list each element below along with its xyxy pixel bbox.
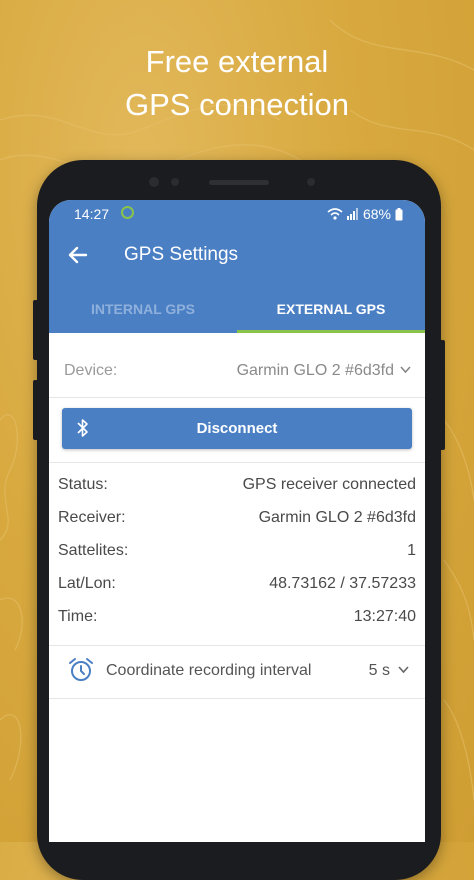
headline-line-2: GPS connection — [124, 87, 350, 122]
satellites-value: 1 — [407, 542, 416, 559]
battery-percent: 68% — [362, 206, 391, 222]
phone-side-button — [33, 380, 39, 440]
satellites-row: Sattelites: 1 — [49, 536, 425, 566]
front-camera — [149, 177, 159, 187]
time-value: 13:27:40 — [353, 608, 416, 625]
recording-interval-selector[interactable]: Coordinate recording interval 5 s — [49, 650, 425, 692]
battery-icon — [395, 207, 403, 220]
receiver-key: Receiver: — [58, 509, 126, 526]
phone-power-button — [439, 340, 445, 450]
active-tab-indicator — [237, 330, 425, 333]
interval-value: 5 s — [368, 662, 390, 679]
receiver-value: Garmin GLO 2 #6d3fd — [258, 509, 416, 526]
tab-internal-gps[interactable]: INTERNAL GPS — [49, 288, 237, 333]
status-value: GPS receiver connected — [242, 476, 416, 493]
chevron-down-icon — [400, 366, 411, 374]
latlon-row: Lat/Lon: 48.73162 / 37.57233 — [49, 569, 425, 599]
promo-headline: Free external GPS connection — [0, 40, 474, 126]
device-selector[interactable]: Device: Garmin GLO 2 #6d3fd — [49, 350, 425, 390]
back-arrow-icon[interactable] — [65, 242, 91, 268]
latlon-key: Lat/Lon: — [58, 575, 116, 592]
phone-top-bezel — [37, 160, 441, 200]
app-screen: 14:27 68% GPS Settings INTERNAL GPS EXTE… — [49, 200, 425, 842]
interval-label: Coordinate recording interval — [106, 662, 312, 679]
device-label: Device: — [64, 362, 118, 379]
divider — [49, 645, 425, 646]
receiver-row: Receiver: Garmin GLO 2 #6d3fd — [49, 503, 425, 533]
signal-icon — [346, 208, 358, 220]
wifi-icon — [327, 208, 343, 220]
status-time: 14:27 — [74, 206, 110, 222]
gps-tabs: INTERNAL GPS EXTERNAL GPS — [49, 288, 425, 333]
status-bar: 14:27 68% — [49, 200, 425, 228]
alarm-clock-icon — [69, 658, 93, 681]
disconnect-label: Disconnect — [196, 420, 278, 437]
disconnect-button[interactable]: Disconnect — [62, 408, 412, 449]
tab-external-gps[interactable]: EXTERNAL GPS — [237, 288, 425, 333]
iris-sensor — [307, 178, 315, 186]
time-row: Time: 13:27:40 — [49, 602, 425, 632]
phone-side-button — [33, 300, 39, 360]
toolbar: GPS Settings — [49, 230, 425, 282]
satellites-key: Sattelites: — [58, 542, 129, 559]
divider — [49, 462, 425, 463]
earpiece-speaker — [209, 180, 269, 185]
status-key: Status: — [58, 476, 108, 493]
proximity-sensor — [171, 178, 179, 186]
chevron-down-icon — [398, 666, 409, 674]
status-indicators: 68% — [327, 206, 403, 222]
page-title: GPS Settings — [124, 244, 239, 265]
divider — [49, 698, 425, 699]
status-row: Status: GPS receiver connected — [49, 470, 425, 500]
time-key: Time: — [58, 608, 98, 625]
tab-label: EXTERNAL GPS — [276, 301, 386, 317]
latlon-value: 48.73162 / 37.57233 — [269, 575, 416, 592]
app-bar: 14:27 68% GPS Settings INTERNAL GPS EXTE… — [49, 200, 425, 333]
tab-label: INTERNAL GPS — [91, 301, 195, 317]
device-value: Garmin GLO 2 #6d3fd — [236, 362, 394, 379]
headline-line-1: Free external — [145, 44, 329, 79]
divider — [49, 397, 425, 398]
app-notification-icon — [121, 206, 134, 219]
